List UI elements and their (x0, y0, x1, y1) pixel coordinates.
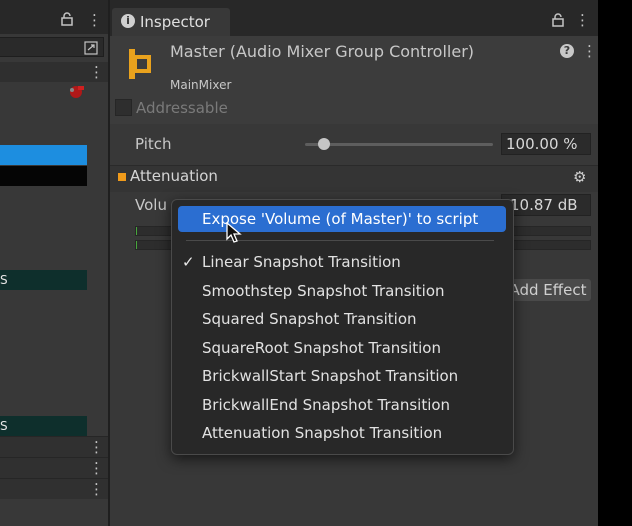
mouse-cursor-icon (226, 221, 242, 248)
pitch-label: Pitch (135, 135, 172, 153)
lock-icon[interactable] (552, 12, 564, 31)
selected-row[interactable] (0, 145, 87, 165)
info-icon: i (121, 14, 135, 28)
volume-label: Volu (135, 196, 167, 214)
lock-icon[interactable] (61, 12, 73, 30)
pitch-slider-thumb[interactable] (317, 138, 330, 150)
help-icon[interactable]: ? (560, 44, 574, 58)
addressable-label: Addressable (136, 99, 228, 117)
menu-item-squareroot[interactable]: SquareRoot Snapshot Transition (202, 339, 441, 357)
warning-badge-icon (67, 84, 87, 104)
menu-item-brickwallstart[interactable]: BrickwallStart Snapshot Transition (202, 367, 458, 385)
volume-value-field[interactable]: 10.87 dB (501, 194, 591, 216)
menu-item-brickwallend[interactable]: BrickwallEnd Snapshot Transition (202, 396, 450, 414)
gear-icon[interactable]: ⚙ (573, 168, 586, 186)
meter-level (136, 227, 137, 235)
teal-row-label: S (0, 273, 8, 287)
more-options-icon[interactable]: ⋮ (87, 13, 102, 28)
more-options-icon[interactable]: ⋮ (89, 461, 104, 476)
more-options-icon[interactable]: ⋮ (582, 44, 597, 59)
pitch-slider[interactable] (305, 143, 493, 146)
teal-row[interactable]: S (0, 416, 87, 436)
attenuation-marker (118, 173, 126, 181)
menu-item-expose-volume[interactable]: Expose 'Volume (of Master)' to script (202, 210, 478, 228)
menu-item-attenuation[interactable]: Attenuation Snapshot Transition (202, 424, 442, 442)
object-subtitle: MainMixer (170, 78, 232, 92)
teal-row-label: S (0, 419, 8, 433)
meter-level (136, 241, 137, 249)
search-options-icon[interactable] (84, 40, 98, 59)
tab-inspector-label: Inspector (140, 13, 210, 31)
object-title: Master (Audio Mixer Group Controller) (170, 42, 475, 61)
more-options-icon[interactable]: ⋮ (89, 440, 104, 455)
pitch-value-field[interactable]: 100.00 % (501, 133, 591, 155)
checkmark-icon: ✓ (182, 253, 195, 271)
menu-item-squared[interactable]: Squared Snapshot Transition (202, 310, 417, 328)
mixer-group-icon (127, 47, 153, 85)
attenuation-label: Attenuation (130, 167, 218, 185)
more-options-icon[interactable]: ⋮ (575, 13, 590, 28)
teal-row[interactable]: S (0, 270, 87, 290)
add-effect-button[interactable]: Add Effect (505, 279, 591, 301)
dark-row[interactable] (0, 166, 87, 186)
menu-item-smoothstep[interactable]: Smoothstep Snapshot Transition (202, 282, 445, 300)
addressable-checkbox[interactable] (115, 99, 132, 116)
more-options-icon[interactable]: ⋮ (89, 482, 104, 497)
menu-item-linear[interactable]: Linear Snapshot Transition (202, 253, 401, 271)
window-edge (598, 0, 632, 526)
more-options-icon[interactable]: ⋮ (89, 65, 104, 80)
